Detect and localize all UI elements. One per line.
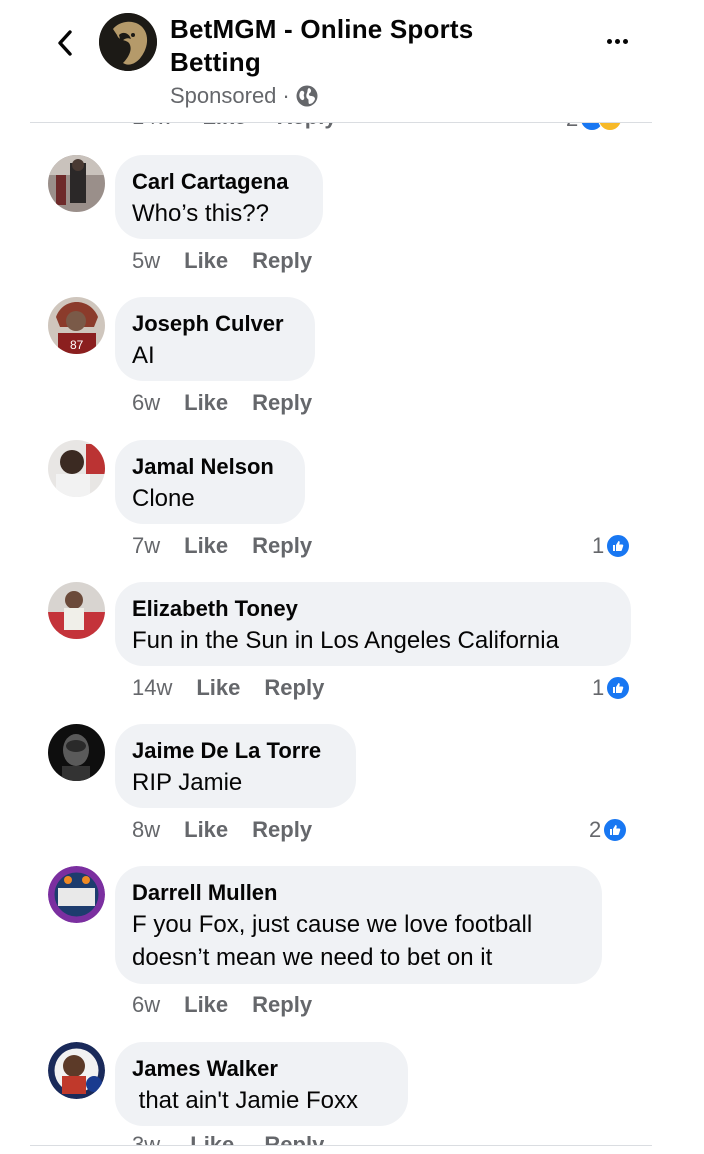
avatar[interactable] [48, 155, 105, 212]
lion-logo-icon [99, 13, 157, 71]
avatar[interactable] [48, 866, 105, 923]
reply-button[interactable]: Reply [264, 675, 324, 701]
comment-actions: 5w Like Reply [132, 248, 312, 274]
reaction-summary[interactable]: 1 [592, 533, 631, 559]
comment-bubble[interactable]: Carl Cartagena Who’s this?? [115, 155, 323, 239]
reply-button[interactable]: Reply [252, 533, 312, 559]
comment-text: that ain't Jamie Foxx [132, 1087, 359, 1114]
commenter-name[interactable]: Carl Cartagena [132, 167, 305, 197]
comment-actions: 6w Like Reply [132, 992, 312, 1018]
like-button[interactable]: Like [184, 992, 228, 1018]
like-reaction-icon [606, 534, 631, 558]
sponsored-label[interactable]: Sponsored [170, 83, 276, 109]
comment-bubble[interactable]: James Walker that ain't Jamie Foxx [115, 1042, 408, 1126]
comment-bubble[interactable]: Jamal Nelson Clone [115, 440, 305, 524]
commenter-name[interactable]: Elizabeth Toney [132, 594, 613, 624]
like-button[interactable]: Like [196, 675, 240, 701]
comment-bubble[interactable]: Jaime De La Torre RIP Jamie [115, 724, 356, 808]
avatar[interactable] [48, 1042, 105, 1099]
reply-button[interactable]: Reply [252, 817, 312, 843]
partial-action-row: 3w Like Reply [132, 1132, 324, 1145]
reaction-count: 2 [589, 817, 602, 842]
comment-time: 6w [132, 992, 161, 1017]
commenter-name[interactable]: James Walker [132, 1054, 390, 1084]
avatar[interactable] [48, 582, 105, 639]
comment-time: 8w [132, 817, 161, 842]
comment-actions: 6w Like Reply [132, 390, 312, 416]
comment-time: 14w [132, 675, 173, 700]
commenter-name[interactable]: Joseph Culver [132, 309, 297, 339]
comment-actions: 14w Like Reply [132, 675, 324, 701]
globe-icon [296, 85, 318, 107]
comment-actions: 8w Like Reply [132, 817, 312, 843]
reply-button[interactable]: Reply [252, 390, 312, 416]
like-button[interactable]: Like [184, 390, 228, 416]
page-title[interactable]: BetMGM - Online Sports Betting [170, 13, 530, 79]
comment-text: RIP Jamie [132, 769, 243, 796]
page-avatar[interactable] [99, 13, 157, 71]
avatar[interactable] [48, 440, 105, 497]
comment-time: 3w [132, 1132, 161, 1145]
commenter-name[interactable]: Jamal Nelson [132, 452, 287, 482]
more-horizontal-icon [606, 38, 612, 44]
reaction-count: 1 [592, 533, 605, 558]
comment-bubble[interactable]: Joseph Culver AI [115, 297, 315, 381]
reaction-summary[interactable]: 1 [592, 675, 631, 701]
header-divider [30, 122, 652, 123]
comment-text-line-1: F you Fox, just cause we love football [132, 911, 533, 938]
reaction-summary[interactable]: 2 [589, 817, 628, 843]
sponsored-row: Sponsored · [170, 83, 318, 109]
reply-button[interactable]: Reply [264, 1132, 324, 1145]
comment-time: 5w [132, 248, 161, 273]
comment-actions: 7w Like Reply [132, 533, 312, 559]
comment-text: Clone [132, 485, 195, 512]
avatar[interactable] [48, 724, 105, 781]
more-options-button[interactable] [602, 28, 632, 54]
reply-button[interactable]: Reply [252, 992, 312, 1018]
like-button[interactable]: Like [190, 1132, 234, 1145]
comment-bubble[interactable]: Darrell Mullen F you Fox, just cause we … [115, 866, 602, 984]
like-button[interactable]: Like [184, 817, 228, 843]
comment-text: Who’s this?? [132, 200, 269, 227]
comment-bubble[interactable]: Elizabeth Toney Fun in the Sun in Los An… [115, 582, 631, 666]
comment-text-line-2: doesn’t mean we need to bet on it [132, 944, 493, 971]
svg-text:87: 87 [70, 338, 84, 352]
reply-button[interactable]: Reply [252, 248, 312, 274]
comment-time: 7w [132, 533, 161, 558]
commenter-name[interactable]: Darrell Mullen [132, 878, 584, 908]
back-button[interactable] [50, 26, 80, 60]
comment-time: 6w [132, 390, 161, 415]
separator: · [282, 83, 290, 108]
comment-text: Fun in the Sun in Los Angeles California [132, 627, 559, 654]
post-header: BetMGM - Online Sports Betting Sponsored… [0, 0, 704, 122]
like-button[interactable]: Like [184, 248, 228, 274]
like-button[interactable]: Like [184, 533, 228, 559]
like-reaction-icon [603, 818, 628, 842]
comment-text: AI [132, 342, 155, 369]
chevron-left-icon [58, 30, 72, 56]
avatar[interactable]: 87 [48, 297, 105, 354]
reaction-count: 1 [592, 675, 605, 700]
like-reaction-icon [606, 676, 631, 700]
footer-divider [30, 1145, 652, 1146]
commenter-name[interactable]: Jaime De La Torre [132, 736, 338, 766]
